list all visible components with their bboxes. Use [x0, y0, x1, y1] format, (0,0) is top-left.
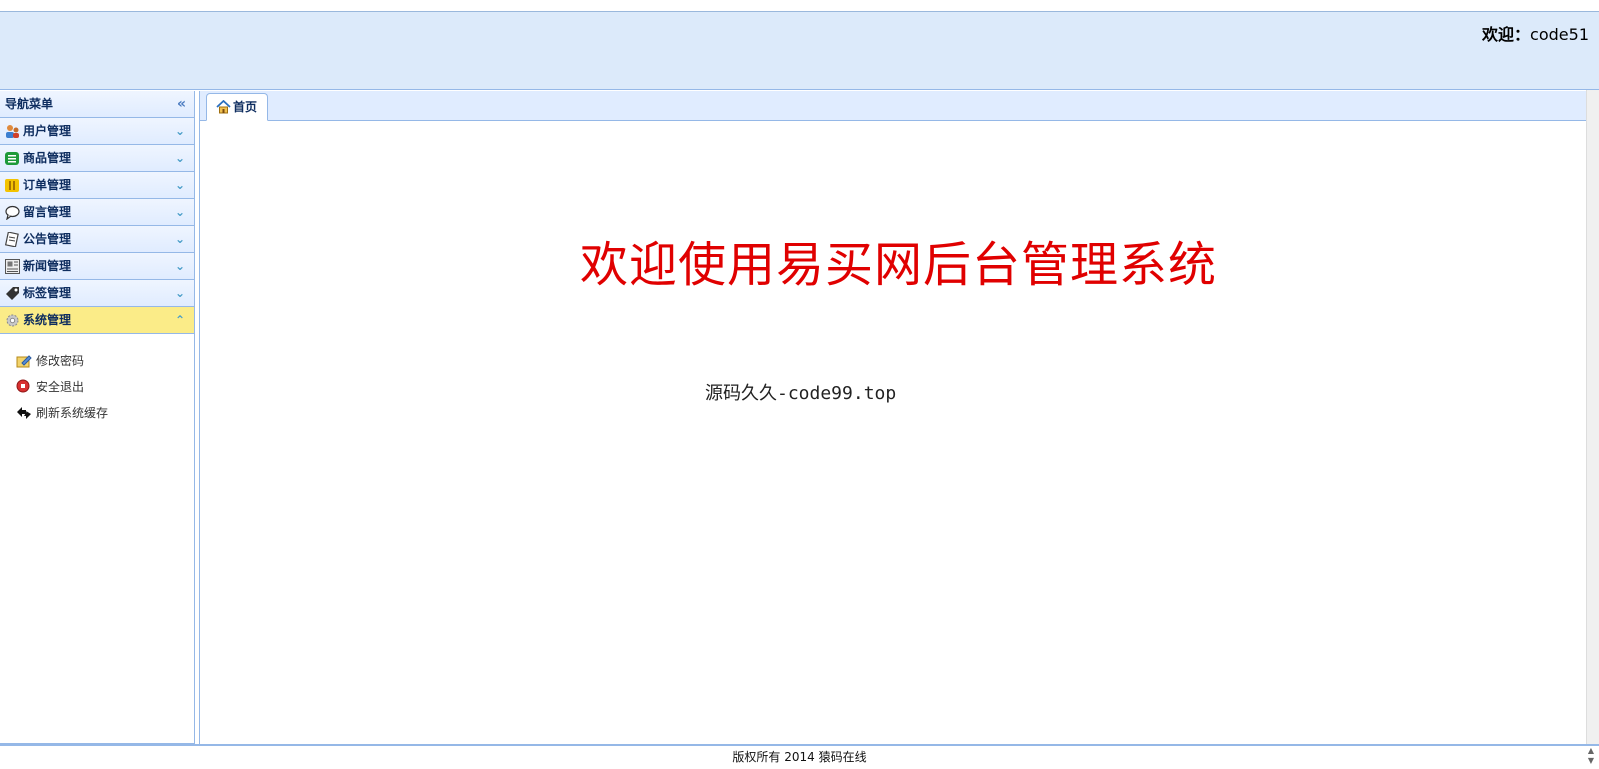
sidebar: 导航菜单 « 用户管理 ⌄ 商品管理 ⌄ 订单管理 ⌄ 留言管理 ⌄ 公告管理 …	[0, 91, 195, 744]
sidebar-section-label: 用户管理	[23, 124, 72, 138]
order-icon	[5, 179, 19, 192]
home-icon	[216, 100, 231, 114]
gear-icon	[6, 314, 19, 327]
scroll-arrows-icon[interactable]: ▲ ▼	[1585, 746, 1597, 768]
sidebar-section-news[interactable]: 新闻管理 ⌄	[0, 253, 194, 280]
menu-item-label: 修改密码	[36, 354, 85, 368]
menu-item-label: 刷新系统缓存	[36, 406, 109, 420]
refresh-icon	[17, 407, 31, 419]
sidebar-section-tags[interactable]: 标签管理 ⌄	[0, 280, 194, 307]
welcome-title: 欢迎使用易买网后台管理系统	[580, 237, 1218, 293]
sidebar-title-text: 导航菜单	[5, 97, 54, 111]
tab-home[interactable]: 首页	[206, 93, 268, 121]
menu-item-logout[interactable]: 安全退出	[0, 374, 194, 400]
logout-icon	[16, 379, 30, 393]
chevron-down-icon: ⌄	[174, 205, 185, 219]
sidebar-section-users[interactable]: 用户管理 ⌄	[0, 118, 194, 145]
tab-label: 首页	[233, 100, 258, 114]
top-header: 欢迎：code51	[0, 11, 1599, 90]
list-icon	[5, 152, 19, 165]
sidebar-section-orders[interactable]: 订单管理 ⌄	[0, 172, 194, 199]
sidebar-section-label: 商品管理	[23, 151, 72, 165]
users-icon	[6, 125, 19, 138]
comment-icon	[5, 205, 20, 220]
copyright-text: 版权所有 2014 猿码在线	[732, 750, 867, 764]
vertical-scrollbar[interactable]	[1586, 90, 1599, 744]
system-submenu: 修改密码 安全退出 刷新系统缓存	[0, 334, 194, 426]
sidebar-section-label: 新闻管理	[23, 259, 72, 273]
sidebar-section-label: 系统管理	[23, 313, 72, 327]
edit-password-icon	[16, 355, 32, 368]
menu-item-refresh-cache[interactable]: 刷新系统缓存	[0, 400, 194, 426]
sidebar-section-label: 标签管理	[23, 286, 72, 300]
menu-item-label: 安全退出	[36, 380, 85, 394]
home-content: 欢迎使用易买网后台管理系统 源码久久-code99.top	[200, 121, 1599, 744]
collapse-sidebar-icon[interactable]: «	[177, 91, 186, 118]
chevron-down-icon: ⌄	[174, 286, 185, 300]
sidebar-title: 导航菜单 «	[0, 91, 194, 118]
sidebar-section-label: 公告管理	[23, 232, 72, 246]
chevron-down-icon: ⌄	[174, 259, 185, 273]
news-icon	[5, 259, 20, 274]
source-subtitle: 源码久久-code99.top	[705, 383, 897, 404]
notice-icon	[5, 232, 19, 247]
tag-icon	[6, 287, 19, 300]
tab-bar: 首页	[200, 91, 1599, 121]
chevron-down-icon: ⌄	[174, 151, 185, 165]
chevron-down-icon: ⌄	[174, 232, 185, 246]
sidebar-section-system[interactable]: 系统管理 ⌃	[0, 307, 194, 334]
username: code51	[1530, 25, 1589, 44]
welcome-label: 欢迎：	[1482, 25, 1531, 44]
chevron-up-icon: ⌃	[174, 313, 185, 327]
sidebar-section-products[interactable]: 商品管理 ⌄	[0, 145, 194, 172]
chevron-down-icon: ⌄	[174, 178, 185, 192]
sidebar-section-messages[interactable]: 留言管理 ⌄	[0, 199, 194, 226]
footer: 版权所有 2014 猿码在线 ▲ ▼	[0, 744, 1599, 769]
main-panel: 首页 欢迎使用易买网后台管理系统 源码久久-code99.top	[199, 91, 1599, 744]
menu-item-change-password[interactable]: 修改密码	[0, 348, 194, 374]
welcome-text: 欢迎：code51	[1482, 21, 1589, 45]
sidebar-section-label: 留言管理	[23, 205, 72, 219]
sidebar-section-label: 订单管理	[23, 178, 72, 192]
sidebar-section-notices[interactable]: 公告管理 ⌄	[0, 226, 194, 253]
chevron-down-icon: ⌄	[174, 124, 185, 138]
